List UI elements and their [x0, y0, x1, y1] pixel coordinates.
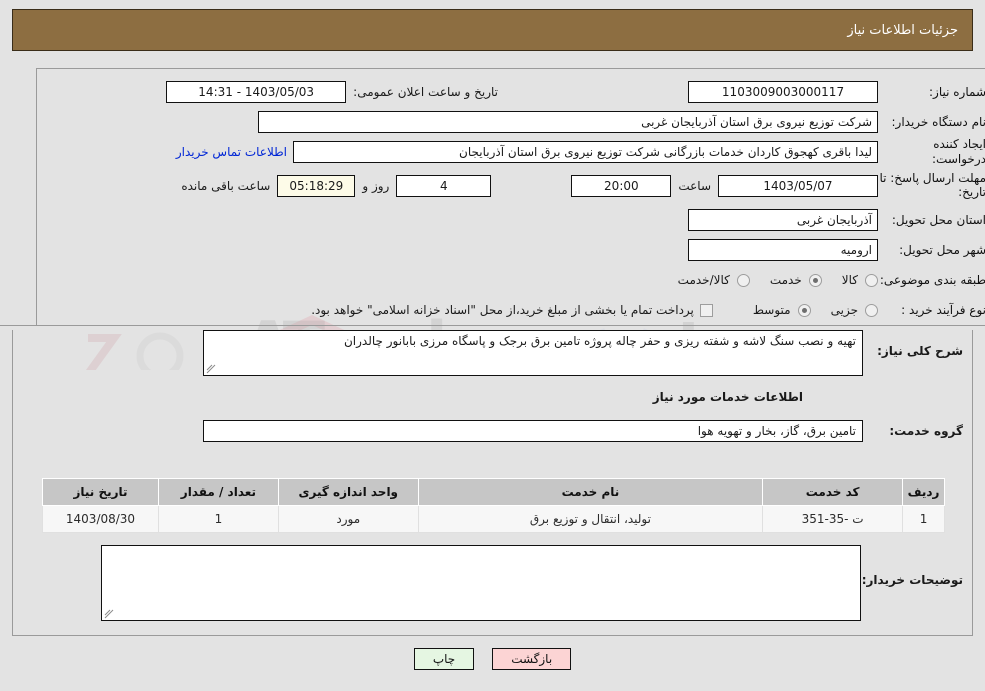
- need-description-textarea[interactable]: تهیه و نصب سنگ لاشه و شفته ریزی و حفر چا…: [203, 330, 863, 376]
- table-row: 1 ت -35-351 تولید، انتقال و توزیع برق مو…: [42, 505, 945, 533]
- remaining-days-label: روز و: [362, 179, 390, 193]
- services-section-heading: اطلاعات خدمات مورد نیاز: [652, 390, 803, 404]
- row-need-description: شرح کلی نیاز: تهیه و نصب سنگ لاشه و شفته…: [12, 330, 973, 376]
- cell-row-index: 1: [902, 505, 945, 533]
- category-radio-group: کالا خدمت کالا/خدمت: [662, 273, 878, 287]
- window-title-bar: جزئیات اطلاعات نیاز: [12, 9, 973, 51]
- category-label: طبقه بندی موضوعی:: [879, 272, 985, 287]
- cell-quantity: 1: [158, 505, 279, 533]
- buyer-comments-textarea[interactable]: [101, 545, 861, 621]
- page-root: Ana Tender .net جزئیات اطلاعات نیاز شمار…: [0, 0, 985, 691]
- buyer-comments-section: توضیحات خریدار:: [12, 545, 973, 621]
- province-field: آذربایجان غربی: [688, 209, 878, 231]
- creator-label: ایجاد کننده درخواست:: [932, 137, 985, 166]
- panel-bottom-border: [12, 635, 973, 636]
- treasury-bond-note: پرداخت تمام یا بخشی از مبلغ خرید،از محل …: [311, 303, 694, 317]
- section-divider: [0, 325, 985, 326]
- action-buttons: بازگشت چاپ: [0, 648, 985, 670]
- row-delivery-city: شهر محل تحویل: ارومیه: [37, 237, 985, 263]
- radio-category-kala-label: کالا: [841, 273, 858, 287]
- requirement-description-section: شرح کلی نیاز: تهیه و نصب سنگ لاشه و شفته…: [12, 330, 973, 442]
- buyer-org-field: شرکت توزیع نیروی برق استان آذربایجان غرب…: [258, 111, 878, 133]
- row-delivery-province: استان محل تحویل: آذربایجان غربی: [37, 207, 985, 233]
- deadline-date-field: 1403/05/07: [718, 175, 878, 197]
- deadline-label: مهلت ارسال پاسخ: تا تاریخ:: [879, 171, 985, 199]
- th-date: تاریخ نیاز: [42, 478, 159, 506]
- cell-service-code: ت -35-351: [762, 505, 904, 533]
- remaining-days-field: 4: [396, 175, 492, 197]
- need-number-label: شماره نیاز:: [929, 84, 985, 99]
- cell-need-date: 1403/08/30: [42, 505, 159, 533]
- deadline-time-label: ساعت: [678, 179, 711, 193]
- radio-category-khedmat-label: خدمت: [769, 273, 802, 287]
- cell-unit: مورد: [277, 505, 419, 533]
- th-code: کد خدمت: [762, 478, 904, 506]
- radio-category-kala-khedmat-label: کالا/خدمت: [677, 273, 730, 287]
- process-label: نوع فرآیند خرید :: [901, 302, 985, 317]
- th-name: نام خدمت: [417, 478, 764, 506]
- page-title: جزئیات اطلاعات نیاز: [847, 22, 958, 38]
- remaining-countdown-field: 05:18:29: [277, 175, 356, 197]
- service-group-field: تامین برق، گاز، بخار و تهویه هوا: [203, 420, 863, 442]
- need-info-panel: شماره نیاز: 1103009003000117 تاریخ و ساع…: [36, 68, 985, 325]
- city-label: شهر محل تحویل:: [899, 242, 985, 257]
- resize-grip-icon: [104, 609, 114, 619]
- buyer-org-label: نام دستگاه خریدار:: [891, 114, 985, 129]
- row-need-number: شماره نیاز: 1103009003000117 تاریخ و ساع…: [37, 79, 985, 105]
- resize-grip-icon: [206, 364, 216, 374]
- announce-label: تاریخ و ساعت اعلان عمومی:: [353, 85, 498, 99]
- province-label: استان محل تحویل:: [891, 212, 985, 227]
- radio-process-jozei-label: جزیی: [830, 303, 858, 317]
- row-request-creator: ایجاد کننده درخواست: لیدا باقری کهجوق کا…: [37, 137, 985, 166]
- city-field: ارومیه: [688, 239, 878, 261]
- th-unit: واحد اندازه گیری: [277, 478, 419, 506]
- radio-process-motevaset-label: متوسط: [752, 303, 791, 317]
- creator-field: لیدا باقری کهجوق کاردان خدمات بازرگانی ش…: [293, 141, 878, 163]
- th-quantity: تعداد / مقدار: [158, 478, 279, 506]
- radio-category-khedmat[interactable]: [808, 273, 822, 287]
- service-group-label: گروه خدمت:: [889, 424, 963, 438]
- print-button[interactable]: چاپ: [413, 648, 475, 670]
- need-description-label: شرح کلی نیاز:: [877, 344, 963, 358]
- row-service-group: گروه خدمت: تامین برق، گاز، بخار و تهویه …: [12, 420, 973, 442]
- need-description-text: تهیه و نصب سنگ لاشه و شفته ریزی و حفر چا…: [343, 334, 856, 348]
- radio-process-motevaset[interactable]: [797, 303, 811, 317]
- table-header-row: ردیف کد خدمت نام خدمت واحد اندازه گیری ت…: [42, 478, 945, 506]
- row-response-deadline: مهلت ارسال پاسخ: تا تاریخ: 1403/05/07 سا…: [37, 169, 985, 203]
- radio-category-kala[interactable]: [865, 273, 878, 287]
- announce-datetime-field: 1403/05/03 - 14:31: [166, 81, 347, 103]
- service-items-table: ردیف کد خدمت نام خدمت واحد اندازه گیری ت…: [42, 478, 945, 533]
- buyer-comments-label: توضیحات خریدار:: [861, 573, 963, 587]
- back-button[interactable]: بازگشت: [492, 648, 572, 670]
- process-radio-group: جزیی متوسط: [737, 303, 878, 317]
- row-purchase-process: نوع فرآیند خرید : جزیی متوسط پرداخت تمام…: [37, 297, 985, 323]
- service-items-table-wrap: ردیف کد خدمت نام خدمت واحد اندازه گیری ت…: [42, 478, 945, 533]
- radio-process-jozei[interactable]: [865, 303, 878, 317]
- row-buyer-org: نام دستگاه خریدار: شرکت توزیع نیروی برق …: [37, 109, 985, 135]
- buyer-contact-link[interactable]: اطلاعات تماس خریدار: [176, 145, 287, 159]
- th-row: ردیف: [902, 478, 945, 506]
- treasury-bond-checkbox[interactable]: [699, 303, 713, 317]
- cell-service-name: تولید، انتقال و توزیع برق: [417, 505, 764, 533]
- need-number-field: 1103009003000117: [688, 81, 878, 103]
- remaining-suffix-label: ساعت باقی مانده: [181, 179, 271, 193]
- row-subject-category: طبقه بندی موضوعی: کالا خدمت کالا/خدمت: [37, 267, 985, 293]
- deadline-time-field: 20:00: [571, 175, 672, 197]
- radio-category-kala-khedmat[interactable]: [736, 273, 750, 287]
